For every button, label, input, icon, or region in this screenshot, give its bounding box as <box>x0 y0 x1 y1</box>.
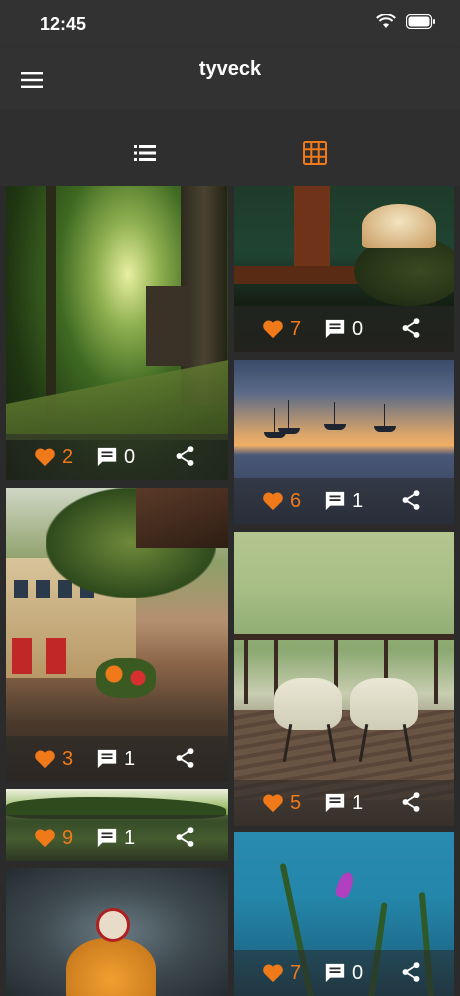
like-count: 2 <box>62 446 74 468</box>
heart-icon <box>263 320 283 339</box>
post-actions: 2 0 <box>6 434 228 480</box>
share-icon <box>402 318 420 338</box>
comment-count: 0 <box>352 318 364 340</box>
status-icons <box>376 14 436 29</box>
heart-icon <box>35 829 55 848</box>
comment-icon <box>325 491 345 511</box>
share-button[interactable] <box>400 317 422 339</box>
comment-button[interactable]: 0 <box>324 961 363 985</box>
battery-icon <box>406 14 435 29</box>
share-button[interactable] <box>400 489 422 511</box>
share-button[interactable] <box>174 826 196 848</box>
share-button[interactable] <box>400 961 422 983</box>
comment-icon <box>325 319 345 339</box>
share-icon <box>176 827 194 847</box>
comment-icon <box>97 828 117 848</box>
post-card-sunset[interactable]: 6 1 <box>234 360 454 524</box>
post-card-underwater[interactable]: 7 0 <box>234 832 454 996</box>
share-icon <box>176 446 194 466</box>
like-count: 7 <box>290 318 302 340</box>
comment-count: 0 <box>124 446 136 468</box>
share-button[interactable] <box>400 791 422 813</box>
post-actions: 6 1 <box>234 478 454 524</box>
comment-count: 1 <box>352 490 364 512</box>
comment-button[interactable]: 0 <box>324 317 363 341</box>
like-count: 9 <box>62 827 74 849</box>
heart-icon <box>35 448 55 467</box>
share-button[interactable] <box>174 445 196 467</box>
like-count: 5 <box>290 792 302 814</box>
like-button[interactable]: 9 <box>34 826 73 850</box>
status-time: 12:45 <box>40 14 87 34</box>
wifi-icon <box>376 14 396 28</box>
comment-button[interactable]: 1 <box>96 826 135 850</box>
list-view-button[interactable] <box>130 138 160 168</box>
like-button[interactable]: 7 <box>262 961 301 985</box>
comment-count: 1 <box>124 748 136 770</box>
share-icon <box>402 962 420 982</box>
grid-icon <box>303 141 327 165</box>
like-count: 7 <box>290 962 302 984</box>
like-count: 6 <box>290 490 302 512</box>
share-icon <box>176 748 194 768</box>
like-button[interactable]: 3 <box>34 747 73 771</box>
list-icon <box>134 145 156 161</box>
post-actions: 3 1 <box>6 736 228 782</box>
post-card-forest[interactable]: 2 0 <box>6 186 228 480</box>
heart-icon <box>263 794 283 813</box>
like-button[interactable]: 5 <box>262 791 301 815</box>
share-icon <box>402 490 420 510</box>
comment-button[interactable]: 1 <box>96 747 135 771</box>
comment-count: 1 <box>124 827 136 849</box>
grid-view-button[interactable] <box>300 138 330 168</box>
comment-icon <box>325 793 345 813</box>
post-actions: 7 0 <box>234 950 454 996</box>
like-button[interactable]: 6 <box>262 489 301 513</box>
view-toggle-bar <box>0 110 460 186</box>
comment-button[interactable]: 1 <box>324 791 363 815</box>
photo-grid[interactable]: 2 0 7 0 6 1 3 1 5 1 9 1 7 0 <box>0 186 460 996</box>
heart-icon <box>263 492 283 511</box>
post-actions: 5 1 <box>234 780 454 826</box>
share-button[interactable] <box>174 747 196 769</box>
post-actions: 9 1 <box>6 815 228 861</box>
like-button[interactable]: 2 <box>34 445 73 469</box>
comment-icon <box>97 749 117 769</box>
post-card-meadow[interactable]: 9 1 <box>6 789 228 861</box>
like-count: 3 <box>62 748 74 770</box>
share-icon <box>402 792 420 812</box>
post-card-yoga[interactable] <box>6 868 228 996</box>
comment-button[interactable]: 0 <box>96 445 135 469</box>
comment-button[interactable]: 1 <box>324 489 363 513</box>
comment-count: 0 <box>352 962 364 984</box>
app-bar: tyveck <box>0 48 460 110</box>
heart-icon <box>35 750 55 769</box>
post-actions: 7 0 <box>234 306 454 352</box>
status-bar: 12:45 <box>0 0 460 48</box>
post-photo[interactable] <box>6 868 228 996</box>
comment-icon <box>97 447 117 467</box>
app-title: tyveck <box>198 58 262 80</box>
comment-count: 1 <box>352 792 364 814</box>
post-card-chairs[interactable]: 5 1 <box>234 532 454 826</box>
post-card-lamp[interactable]: 7 0 <box>234 186 454 352</box>
heart-icon <box>263 964 283 983</box>
post-card-cafe[interactable]: 3 1 <box>6 488 228 782</box>
comment-icon <box>325 963 345 983</box>
like-button[interactable]: 7 <box>262 317 301 341</box>
